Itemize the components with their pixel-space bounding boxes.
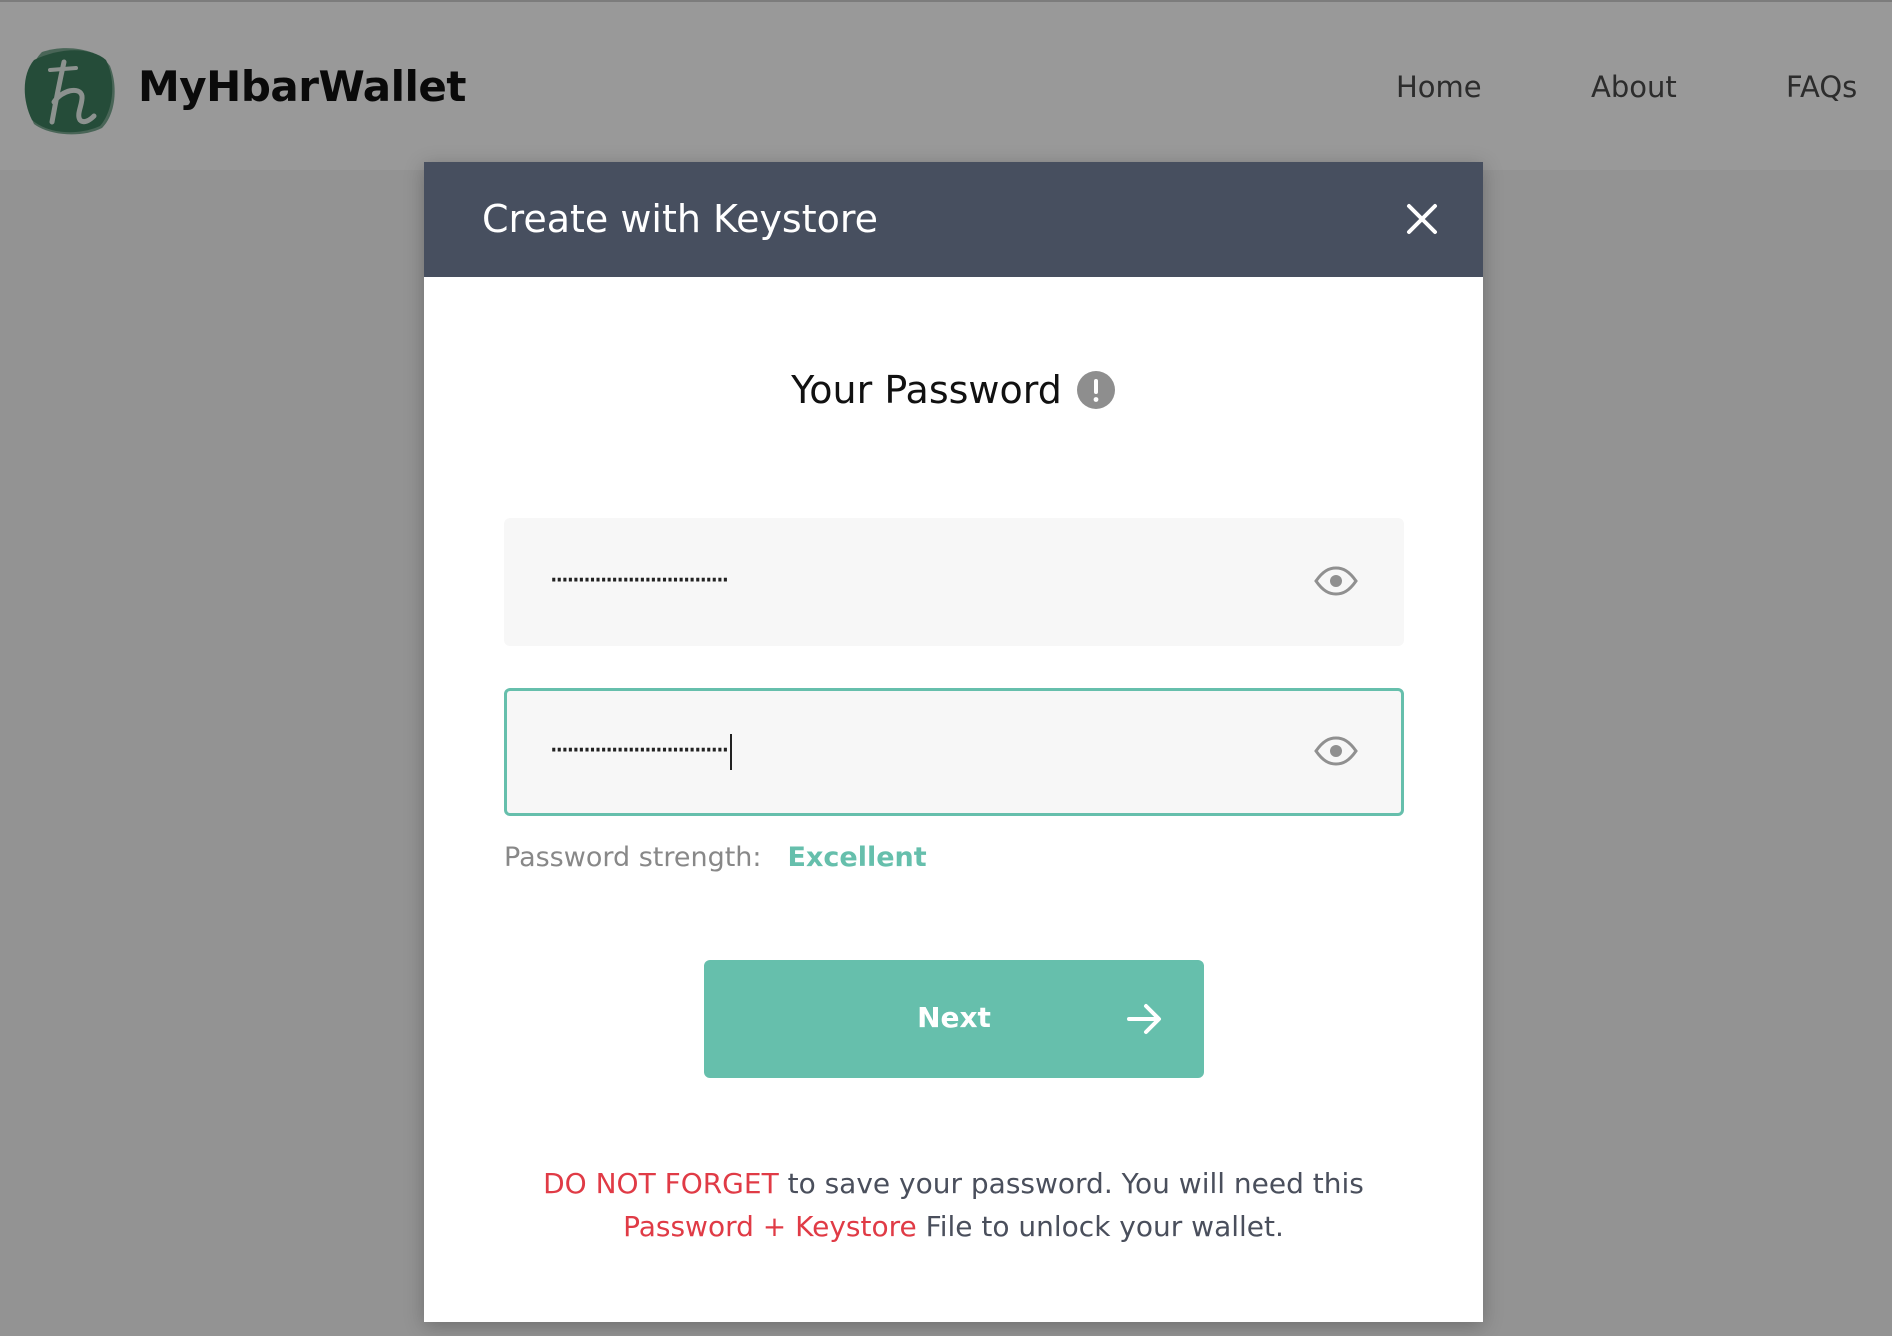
warning-emphasis-1: DO NOT FORGET bbox=[543, 1167, 779, 1200]
warning-text-2: File to unlock your wallet. bbox=[916, 1210, 1284, 1243]
confirm-password-field[interactable]: ································ bbox=[504, 688, 1404, 816]
strength-label: Password strength: bbox=[504, 842, 762, 873]
password-input[interactable]: ································ bbox=[549, 561, 730, 601]
password-strength: Password strength: Excellent bbox=[504, 840, 927, 876]
text-caret bbox=[730, 733, 733, 770]
confirm-password-input[interactable]: ································ bbox=[549, 731, 733, 771]
confirm-password-value: ································ bbox=[549, 733, 730, 768]
modal-header: Create with Keystore bbox=[424, 162, 1483, 277]
password-field[interactable]: ································ bbox=[504, 518, 1404, 646]
modal-title: Create with Keystore bbox=[482, 197, 879, 241]
strength-value: Excellent bbox=[787, 842, 927, 873]
warning-emphasis-2: Password + Keystore bbox=[623, 1210, 917, 1243]
warning-line-2: Password + Keystore File to unlock your … bbox=[424, 1205, 1483, 1248]
create-keystore-modal: Create with Keystore Your Password ·····… bbox=[424, 162, 1483, 1322]
close-icon[interactable] bbox=[1401, 198, 1443, 240]
warning-text-1: to save your password. You will need thi… bbox=[778, 1167, 1364, 1200]
exclamation-icon[interactable] bbox=[1076, 370, 1116, 410]
section-title: Your Password bbox=[424, 362, 1483, 415]
password-heading: Your Password bbox=[791, 367, 1062, 412]
password-warning: DO NOT FORGET to save your password. You… bbox=[424, 1162, 1483, 1248]
arrow-right-icon bbox=[1127, 1004, 1161, 1034]
next-button[interactable]: Next bbox=[704, 960, 1204, 1078]
eye-icon[interactable] bbox=[1313, 731, 1359, 771]
eye-icon[interactable] bbox=[1313, 561, 1359, 601]
warning-line-1: DO NOT FORGET to save your password. You… bbox=[424, 1162, 1483, 1205]
